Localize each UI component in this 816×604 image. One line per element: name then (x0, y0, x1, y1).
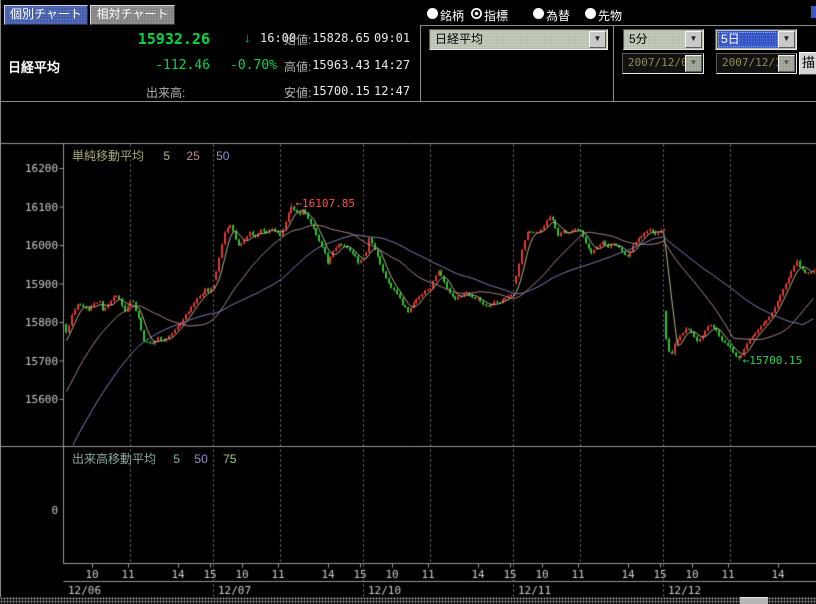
date-to-value: 2007/12/12 (718, 55, 779, 72)
range-select[interactable]: 5日 ▼ (715, 29, 797, 50)
high-time: 14:27 (374, 58, 410, 72)
low-label: 安値: (284, 84, 311, 101)
date-from-select[interactable]: 2007/12/06 ▼ (622, 53, 704, 74)
change-value: -112.46 (110, 58, 210, 73)
header-vertical-divider-2 (613, 26, 614, 101)
volume-label: 出来高: (146, 84, 185, 101)
sma-period-5: 5 (163, 149, 170, 163)
tab-relative-chart[interactable]: 相対チャート (90, 5, 175, 25)
last-price: 15932.26 (110, 30, 210, 48)
window-left-border (0, 0, 1, 604)
interval-select-button[interactable]: ▼ (685, 31, 702, 48)
header-bottom-divider (0, 101, 816, 102)
chevron-down-icon: ▼ (779, 32, 794, 46)
low-value: 15700.15 (310, 84, 370, 98)
sma-legend-label: 単純移動平均 (72, 147, 144, 164)
header-vertical-divider-1 (420, 26, 421, 101)
range-select-button[interactable]: ▼ (778, 31, 795, 48)
high-label: 高値: (284, 58, 311, 75)
volume-ma-period-75: 75 (223, 452, 236, 466)
date-to-select[interactable]: 2007/12/12 ▼ (716, 53, 797, 74)
radio-2[interactable] (533, 8, 544, 19)
range-select-value: 5日 (717, 31, 779, 48)
tab-individual-chart[interactable]: 個別チャート (4, 5, 88, 25)
symbol-select[interactable]: 日経平均 ▼ (429, 29, 608, 50)
radio-label-stock[interactable]: 銘柄 (440, 7, 464, 24)
change-percent: -0.70% (217, 58, 277, 73)
sma-period-50: 50 (216, 149, 229, 163)
interval-select[interactable]: 5分 ▼ (623, 29, 704, 50)
horizontal-scrollbar[interactable] (0, 597, 816, 604)
low-time: 12:47 (374, 84, 410, 98)
date-from-button[interactable]: ▼ (685, 55, 702, 72)
symbol-name: 日経平均 (8, 57, 60, 76)
open-time: 09:01 (374, 31, 410, 45)
date-from-value: 2007/12/06 (624, 55, 686, 72)
radio-label-index[interactable]: 指標 (484, 7, 508, 24)
sma-legend: 単純移動平均 5 25 50 (72, 147, 229, 164)
horizontal-scrollbar-thumb[interactable] (740, 597, 768, 604)
high-value: 15963.43 (310, 58, 370, 72)
open-value: 15828.65 (310, 31, 370, 45)
chart-app-window: { "icons": { "dropdown_arrow": "▼" }, "t… (0, 0, 816, 604)
radio-label-forex[interactable]: 為替 (546, 7, 570, 24)
chevron-down-icon: ▼ (779, 56, 794, 70)
direction-down-icon: ↓ (244, 30, 251, 45)
chevron-down-icon: ▼ (590, 32, 605, 46)
volume-ma-legend-label: 出来高移動平均 (72, 450, 156, 467)
low-annotation: ←15700.15 (743, 354, 803, 367)
sma-period-25: 25 (186, 149, 199, 163)
volume-ma-period-50: 50 (194, 452, 207, 466)
radio-0[interactable] (427, 8, 438, 19)
window-corner-fragment (811, 6, 816, 18)
high-annotation: ←16107.85 (295, 197, 355, 210)
interval-select-value: 5分 (625, 31, 686, 48)
radio-1[interactable] (471, 8, 482, 19)
draw-button[interactable]: 描 (799, 52, 816, 75)
radio-label-futures[interactable]: 先物 (598, 7, 622, 24)
symbol-select-button[interactable]: ▼ (589, 31, 606, 48)
date-to-button[interactable]: ▼ (778, 55, 795, 72)
symbol-select-value: 日経平均 (431, 31, 590, 48)
chevron-down-icon: ▼ (686, 56, 701, 70)
open-label: 始値: (284, 31, 311, 48)
radio-3[interactable] (585, 8, 596, 19)
chevron-down-icon: ▼ (686, 32, 701, 46)
header-divider (420, 25, 816, 26)
volume-ma-legend: 出来高移動平均 5 50 75 (72, 450, 236, 467)
volume-ma-period-5: 5 (173, 452, 180, 466)
